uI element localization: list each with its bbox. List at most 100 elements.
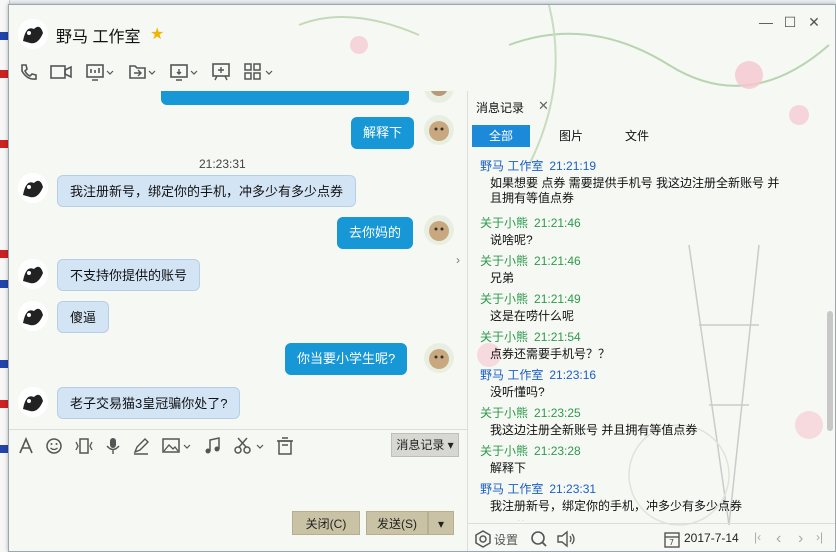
prev-page-icon[interactable]: ‹ <box>776 530 781 548</box>
close-tab-icon[interactable]: ✕ <box>538 98 549 114</box>
trash-icon[interactable] <box>275 437 297 455</box>
message-input[interactable] <box>9 461 467 511</box>
record-text: 说啥呢? <box>490 233 533 247</box>
my-avatar <box>424 91 454 103</box>
record-text: 解释下 <box>490 461 527 475</box>
message-history-button[interactable]: 消息记录 ▾ <box>391 433 459 457</box>
send-button[interactable]: 发送(S) <box>366 511 428 535</box>
filter-all[interactable]: 全部 <box>472 125 530 147</box>
screen-share-icon[interactable] <box>85 61 115 85</box>
history-footer: 设置 7 2017-7-14 |‹ ‹ › ›| <box>468 523 835 551</box>
my-avatar[interactable] <box>424 215 454 245</box>
record-sender: 关于小熊 <box>480 444 529 458</box>
contact-avatar[interactable] <box>18 19 48 49</box>
close-window-button[interactable]: ✕ <box>805 13 823 31</box>
favorite-star-icon[interactable]: ★ <box>150 24 164 44</box>
contact-name: 野马 工作室 <box>56 29 141 46</box>
record-sender: 关于小熊 <box>480 406 529 420</box>
history-record-header: 关于小熊 21:23:41 <box>480 518 581 521</box>
my-avatar[interactable] <box>424 115 454 145</box>
input-toolbar: 消息记录 ▾ <box>9 429 467 459</box>
record-time: 21:21:49 <box>534 292 581 306</box>
emoji-icon[interactable] <box>45 437 67 455</box>
chat-window: 野马 工作室 ★ — ☐ ✕ 解释下 21:23:31 我注册新号，绑定你的手机… <box>8 4 836 552</box>
send-options-dropdown[interactable]: ▾ <box>428 511 454 535</box>
font-icon[interactable] <box>17 436 39 455</box>
record-text: 兄弟 <box>490 271 515 285</box>
history-tab-label[interactable]: 消息记录 <box>476 99 524 116</box>
message-bubble: 去你妈的 <box>337 217 414 249</box>
scissors-icon[interactable] <box>233 437 264 455</box>
next-page-icon[interactable]: › <box>798 530 803 548</box>
message-bubble: 老子交易猫3皇冠骗你处了? <box>57 387 241 419</box>
scrollbar-thumb[interactable] <box>827 311 833 431</box>
collapse-panel-icon[interactable]: › <box>456 253 460 267</box>
record-time: 21:21:46 <box>534 216 581 230</box>
whiteboard-icon[interactable] <box>211 61 241 85</box>
record-time: 21:21:54 <box>534 330 581 344</box>
remote-desktop-icon[interactable] <box>169 61 199 85</box>
contact-avatar[interactable] <box>18 301 48 331</box>
chat-messages[interactable]: 解释下 21:23:31 我注册新号，绑定你的手机，冲多少有多少点券 去你妈的 … <box>9 91 467 425</box>
contact-avatar[interactable] <box>18 387 48 417</box>
phone-icon[interactable] <box>17 61 47 85</box>
message-bubble: 我注册新号，绑定你的手机，冲多少有多少点券 <box>57 175 357 207</box>
record-text: 我这边注册全新账号 并且拥有等值点券 <box>490 423 698 437</box>
video-icon[interactable] <box>49 61 79 85</box>
minimize-button[interactable]: — <box>757 13 775 31</box>
message-timestamp: 21:23:31 <box>199 157 246 171</box>
svg-text:7: 7 <box>669 538 674 547</box>
record-text: 如果想要 点券 需要提供手机号 我这边注册全新账号 并且拥有等值点券 <box>490 176 780 205</box>
draw-icon[interactable] <box>131 437 153 455</box>
maximize-button[interactable]: ☐ <box>781 13 799 31</box>
history-record-header: 关于小熊 21:21:46 <box>480 214 581 231</box>
message-bubble: 傻逼 <box>57 301 110 333</box>
filter-images[interactable]: 图片 <box>542 125 600 147</box>
history-scrollbar[interactable] <box>827 151 833 521</box>
message-bubble: 解释下 <box>351 117 415 149</box>
filter-files[interactable]: 文件 <box>608 125 666 147</box>
apps-grid-icon[interactable] <box>243 61 273 85</box>
contact-avatar[interactable] <box>18 173 48 203</box>
my-avatar[interactable] <box>424 343 454 373</box>
close-chat-button[interactable]: 关闭(C) <box>292 511 360 535</box>
record-sender: 关于小熊 <box>480 216 529 230</box>
speaker-icon[interactable] <box>556 530 578 548</box>
search-icon[interactable] <box>530 530 548 548</box>
record-text: 没听懂吗? <box>490 385 545 399</box>
record-sender: 关于小熊 <box>480 292 529 306</box>
title-bar: 野马 工作室 ★ — ☐ ✕ <box>9 5 835 57</box>
history-panel: 消息记录 ✕ 全部 图片 文件 野马 工作室 21:21:19 如果想要 点券 需要… <box>468 91 835 551</box>
file-transfer-icon[interactable] <box>127 61 157 85</box>
music-icon[interactable] <box>203 437 225 455</box>
settings-icon[interactable] <box>474 530 492 548</box>
message-bubble: 不支持你提供的账号 <box>57 259 201 291</box>
record-sender: 野马 工作室 <box>480 368 544 382</box>
history-record-header: 野马 工作室 21:21:19 <box>480 157 596 174</box>
record-text: 我注册新号，绑定你的手机，冲多少有多少点券 <box>490 499 743 513</box>
shake-icon[interactable] <box>73 437 95 455</box>
record-text: 这是在唠什么呢 <box>490 309 575 323</box>
record-time: 21:23:31 <box>549 482 597 496</box>
message-bubble: 你当要小学生呢? <box>285 343 408 375</box>
settings-label[interactable]: 设置 <box>494 531 518 549</box>
record-text: 点券还需要手机号？？ <box>490 347 611 361</box>
last-page-icon[interactable]: ›| <box>816 530 823 548</box>
image-icon[interactable] <box>161 437 191 455</box>
message-bubble-partial <box>161 91 409 105</box>
record-time: 21:23:16 <box>549 368 597 382</box>
record-sender: 野马 工作室 <box>480 159 544 173</box>
history-date[interactable]: 2017-7-14 <box>684 531 739 549</box>
history-records[interactable]: 野马 工作室 21:21:19 如果想要 点券 需要提供手机号 我这边注册全新账号 … <box>468 153 828 521</box>
record-time: 21:21:46 <box>534 254 581 268</box>
contact-avatar[interactable] <box>18 259 48 289</box>
voice-icon[interactable] <box>103 437 125 455</box>
record-sender: 野马 工作室 <box>480 482 544 496</box>
history-record-header: 关于小熊 21:21:49 <box>480 290 581 307</box>
record-time: 21:23:41 <box>534 520 581 521</box>
calendar-icon[interactable]: 7 <box>664 530 680 548</box>
history-record-header: 关于小熊 21:23:28 <box>480 442 581 459</box>
first-page-icon[interactable]: |‹ <box>754 530 761 548</box>
record-time: 21:23:28 <box>534 444 581 458</box>
history-record-header: 关于小熊 21:21:54 <box>480 328 581 345</box>
